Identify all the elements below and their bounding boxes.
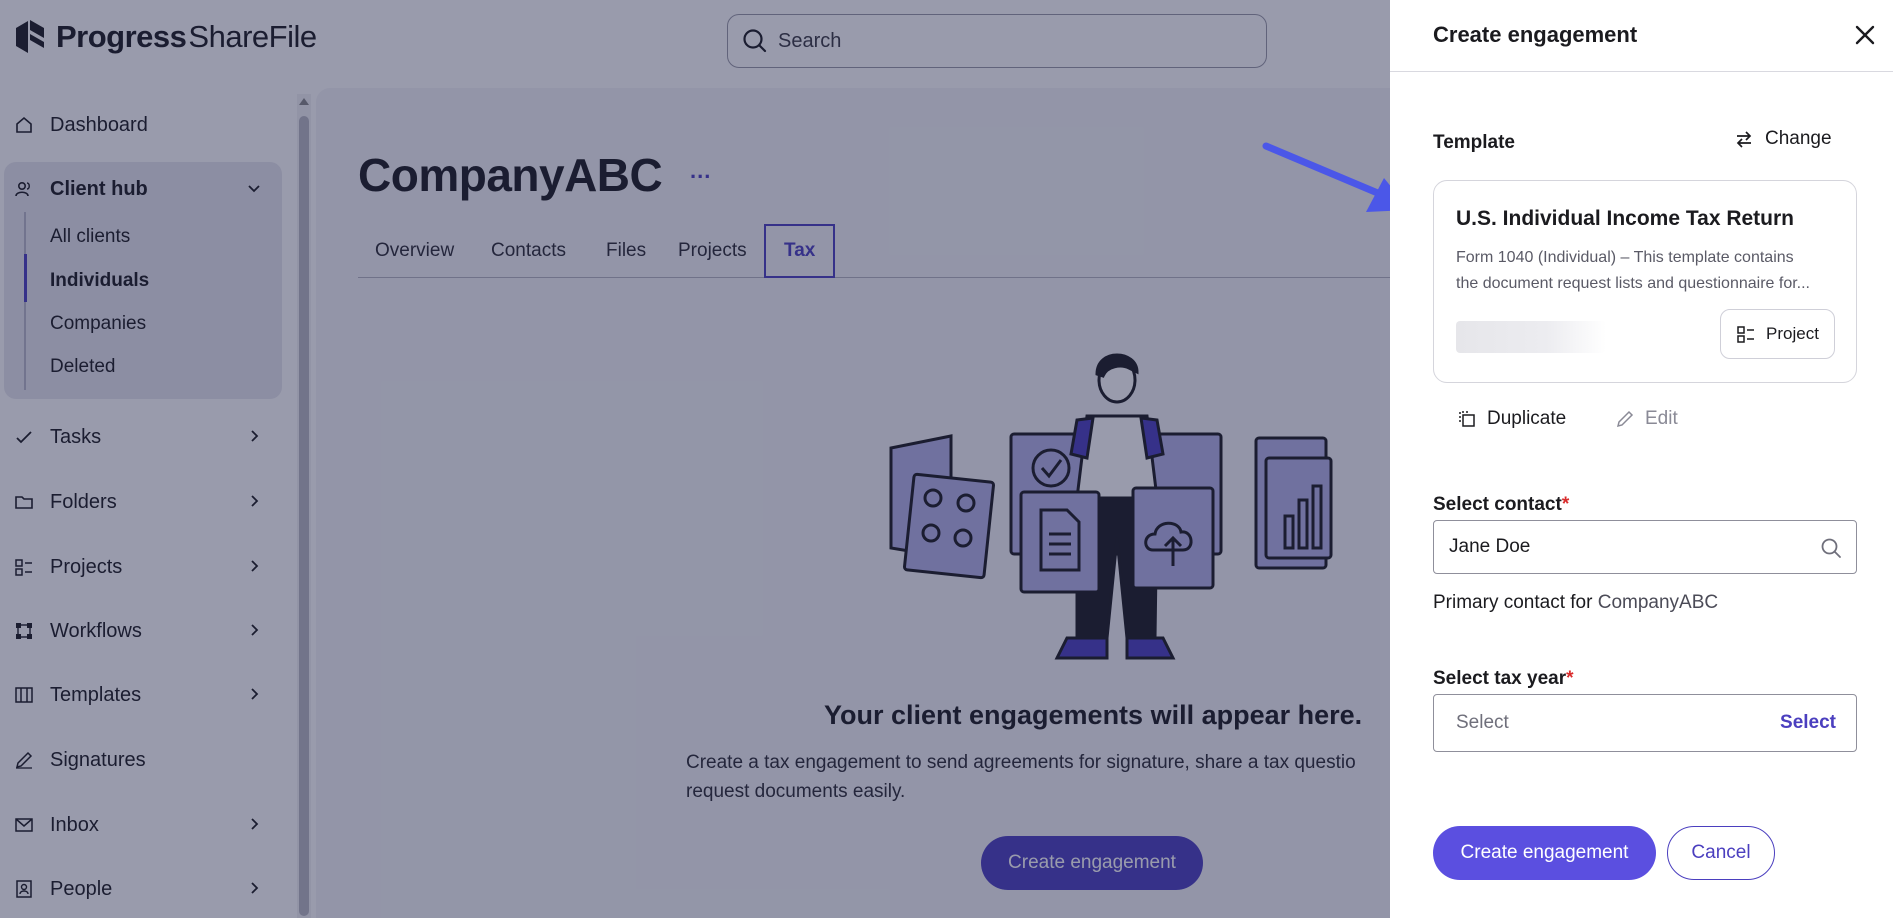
contact-value: Jane Doe bbox=[1449, 536, 1531, 557]
swap-icon bbox=[1736, 131, 1752, 148]
pencil-icon bbox=[1616, 410, 1634, 428]
primary-contact-note: Primary contact for CompanyABC bbox=[1433, 592, 1718, 614]
template-description: Form 1040 (Individual) – This template c… bbox=[1456, 245, 1841, 297]
create-engagement-button[interactable]: Create engagement bbox=[1433, 826, 1656, 880]
tax-year-placeholder: Select bbox=[1456, 712, 1509, 733]
select-tax-year-label-text: Select tax year bbox=[1433, 668, 1567, 689]
project-chip-label: Project bbox=[1766, 324, 1819, 343]
contact-field[interactable]: Jane Doe bbox=[1433, 520, 1857, 574]
duplicate-icon bbox=[1459, 411, 1475, 427]
select-contact-label-text: Select contact bbox=[1433, 494, 1562, 515]
close-icon[interactable] bbox=[1850, 20, 1880, 50]
app: Progress ShareFile Search Dashboard Clien… bbox=[0, 0, 1893, 918]
modal-overlay[interactable] bbox=[0, 0, 1390, 918]
change-template-button[interactable]: Change bbox=[1733, 128, 1832, 150]
select-contact-label: Select contact* bbox=[1433, 494, 1569, 516]
edit-label: Edit bbox=[1645, 408, 1678, 429]
primary-contact-prefix: Primary contact for bbox=[1433, 592, 1598, 613]
loading-skeleton bbox=[1456, 321, 1606, 353]
template-label: Template bbox=[1433, 132, 1516, 153]
primary-contact-company: CompanyABC bbox=[1597, 592, 1719, 613]
drawer-header: Create engagement bbox=[1390, 0, 1893, 72]
required-asterisk: * bbox=[1561, 494, 1570, 515]
tax-year-select-link[interactable]: Select bbox=[1780, 712, 1836, 734]
duplicate-label: Duplicate bbox=[1487, 408, 1567, 429]
projects-icon bbox=[1737, 326, 1755, 343]
change-label: Change bbox=[1765, 128, 1832, 149]
project-chip: Project bbox=[1720, 309, 1835, 359]
template-description-line-1: Form 1040 (Individual) – This template c… bbox=[1456, 249, 1794, 266]
cancel-button[interactable]: Cancel bbox=[1667, 826, 1775, 880]
select-tax-year-label: Select tax year* bbox=[1433, 668, 1574, 690]
tax-year-select[interactable]: Select Select bbox=[1433, 694, 1857, 752]
create-engagement-drawer: Create engagement Template Change U.S. I… bbox=[1390, 0, 1893, 918]
edit-button[interactable]: Edit bbox=[1615, 408, 1678, 430]
duplicate-button[interactable]: Duplicate bbox=[1457, 408, 1566, 430]
template-card[interactable]: U.S. Individual Income Tax Return Form 1… bbox=[1433, 180, 1857, 383]
required-asterisk: * bbox=[1566, 668, 1574, 689]
search-icon[interactable] bbox=[1820, 537, 1842, 559]
template-title: U.S. Individual Income Tax Return bbox=[1456, 207, 1794, 230]
template-description-line-2: the document request lists and questionn… bbox=[1456, 275, 1810, 292]
drawer-title: Create engagement bbox=[1433, 22, 1638, 47]
